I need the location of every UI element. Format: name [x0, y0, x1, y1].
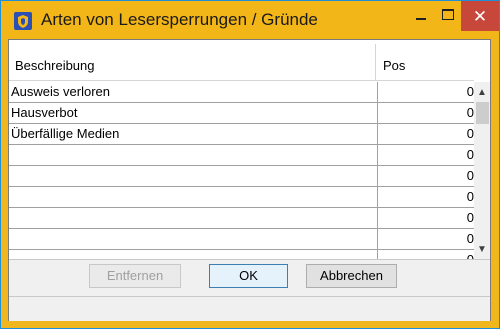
cell-beschreibung[interactable]	[9, 166, 378, 186]
cell-beschreibung[interactable]	[9, 250, 378, 259]
cell-pos[interactable]: 0	[376, 187, 474, 207]
table-row[interactable]: 0	[9, 229, 474, 250]
close-icon: ✕	[472, 6, 488, 26]
table-row[interactable]: 0	[9, 145, 474, 166]
close-button[interactable]: ✕	[461, 1, 499, 31]
scroll-down-button[interactable]: ▼	[474, 241, 490, 257]
dialog-window: Arten von Lesersperrungen / Gründe ✕ Bes…	[0, 0, 500, 329]
table-header: Beschreibung Pos	[9, 40, 474, 81]
cell-beschreibung[interactable]	[9, 229, 378, 249]
column-header-pos[interactable]: Pos	[383, 58, 405, 73]
table-row[interactable]: 0	[9, 166, 474, 187]
cell-beschreibung[interactable]	[9, 145, 378, 165]
column-divider[interactable]	[375, 44, 376, 80]
table-body: Ausweis verloren 0 Hausverbot 0 Überfäll…	[9, 82, 474, 259]
chevron-down-icon: ▼	[477, 243, 487, 255]
maximize-button[interactable]	[433, 1, 463, 31]
cell-beschreibung[interactable]: Überfällige Medien	[9, 124, 378, 144]
dialog-content: Beschreibung Pos Ausweis verloren 0 Haus…	[8, 39, 491, 321]
minimize-button[interactable]	[406, 1, 436, 31]
cell-beschreibung[interactable]	[9, 208, 378, 228]
status-bar	[9, 296, 490, 321]
remove-button[interactable]: Entfernen	[89, 264, 181, 288]
reasons-table: Beschreibung Pos Ausweis verloren 0 Haus…	[9, 40, 490, 260]
ok-button[interactable]: OK	[209, 264, 288, 288]
table-row[interactable]: 0	[9, 250, 474, 259]
column-header-beschreibung[interactable]: Beschreibung	[15, 58, 95, 73]
table-row[interactable]: Überfällige Medien 0	[9, 124, 474, 145]
cell-pos[interactable]: 0	[376, 166, 474, 186]
cell-beschreibung[interactable]: Ausweis verloren	[9, 82, 378, 102]
cell-beschreibung[interactable]: Hausverbot	[9, 103, 378, 123]
scroll-up-button[interactable]: ▲	[474, 84, 490, 100]
window-title: Arten von Lesersperrungen / Gründe	[41, 10, 318, 29]
cell-pos[interactable]: 0	[376, 124, 474, 144]
cell-pos[interactable]: 0	[376, 82, 474, 102]
cell-pos[interactable]: 0	[376, 145, 474, 165]
table-row[interactable]: 0	[9, 208, 474, 229]
vertical-scrollbar[interactable]: ▲ ▼	[474, 82, 490, 259]
table-row[interactable]: 0	[9, 187, 474, 208]
cell-pos[interactable]: 0	[376, 229, 474, 249]
table-row[interactable]: Ausweis verloren 0	[9, 82, 474, 103]
table-row[interactable]: Hausverbot 0	[9, 103, 474, 124]
cell-pos[interactable]: 0	[376, 250, 474, 259]
cancel-button[interactable]: Abbrechen	[306, 264, 397, 288]
cell-pos[interactable]: 0	[376, 208, 474, 228]
cell-beschreibung[interactable]	[9, 187, 378, 207]
chevron-up-icon: ▲	[477, 86, 487, 98]
title-bar[interactable]: Arten von Lesersperrungen / Gründe ✕	[1, 1, 499, 39]
cell-pos[interactable]: 0	[376, 103, 474, 123]
shield-icon	[14, 12, 32, 30]
scrollbar-thumb[interactable]	[476, 102, 489, 124]
